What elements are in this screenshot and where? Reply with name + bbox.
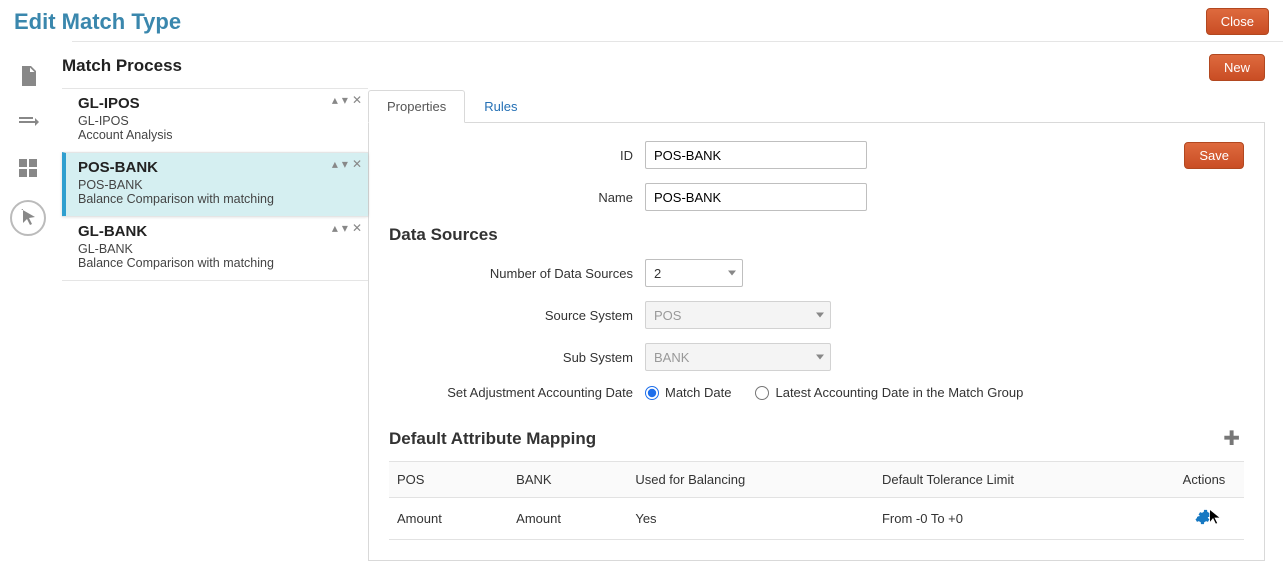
page-title: Edit Match Type — [14, 9, 181, 35]
tab-rules[interactable]: Rules — [465, 90, 536, 123]
col-pos: POS — [389, 462, 508, 498]
data-sources-title: Data Sources — [389, 225, 1244, 245]
cell-tolerance: From -0 To +0 — [874, 498, 1164, 540]
sub-system-value: BANK — [654, 350, 689, 365]
radio-match-date-text: Match Date — [665, 385, 731, 400]
adj-date-label: Set Adjustment Accounting Date — [389, 385, 645, 400]
close-button[interactable]: Close — [1206, 8, 1269, 35]
id-label: ID — [389, 148, 645, 163]
new-button[interactable]: New — [1209, 54, 1265, 81]
dam-title: Default Attribute Mapping — [389, 429, 596, 449]
icon-rail — [0, 42, 56, 584]
col-actions: Actions — [1164, 462, 1244, 498]
process-item-pos-bank[interactable]: ▴ ▾ ✕ POS-BANK POS-BANK Balance Comparis… — [62, 152, 368, 216]
sub-system-label: Sub System — [389, 350, 645, 365]
id-input[interactable] — [645, 141, 867, 169]
properties-panel: ID Save Name Data Sources Number of Data… — [368, 123, 1265, 561]
move-up-icon[interactable]: ▴ — [332, 93, 338, 107]
radio-latest-date[interactable]: Latest Accounting Date in the Match Grou… — [755, 385, 1023, 400]
source-system-value: POS — [654, 308, 681, 323]
pointer-icon[interactable] — [10, 200, 46, 236]
process-item-title: GL-BANK — [78, 223, 358, 240]
num-sources-value: 2 — [654, 266, 661, 281]
process-item-title: GL-IPOS — [78, 95, 358, 112]
move-down-icon[interactable]: ▾ — [342, 157, 348, 171]
radio-match-date-input[interactable] — [645, 386, 659, 400]
add-mapping-button[interactable]: ✚ — [1219, 426, 1244, 451]
source-system-select: POS — [645, 301, 831, 329]
process-item-desc: Account Analysis — [78, 128, 358, 142]
col-balancing: Used for Balancing — [627, 462, 874, 498]
move-up-icon[interactable]: ▴ — [332, 221, 338, 235]
cell-balancing: Yes — [627, 498, 874, 540]
remove-icon[interactable]: ✕ — [352, 221, 362, 235]
cell-pos: Amount — [389, 498, 508, 540]
radio-match-date[interactable]: Match Date — [645, 385, 731, 400]
process-item-gl-bank[interactable]: ▴ ▾ ✕ GL-BANK GL-BANK Balance Comparison… — [62, 216, 368, 281]
process-item-desc: Balance Comparison with matching — [78, 192, 358, 206]
tab-properties[interactable]: Properties — [368, 90, 465, 123]
remove-icon[interactable]: ✕ — [352, 93, 362, 107]
process-item-sub: GL-BANK — [78, 242, 358, 256]
gear-icon[interactable] — [1195, 508, 1213, 526]
process-item-title: POS-BANK — [78, 159, 358, 176]
table-row: Amount Amount Yes From -0 To +0 — [389, 498, 1244, 540]
sidebar-title: Match Process — [62, 52, 368, 88]
process-item-sub: POS-BANK — [78, 178, 358, 192]
chevron-down-icon — [728, 271, 736, 276]
remove-icon[interactable]: ✕ — [352, 157, 362, 171]
source-system-label: Source System — [389, 308, 645, 323]
dam-table: POS BANK Used for Balancing Default Tole… — [389, 461, 1244, 540]
chevron-down-icon — [816, 313, 824, 318]
col-bank: BANK — [508, 462, 627, 498]
cell-bank: Amount — [508, 498, 627, 540]
move-down-icon[interactable]: ▾ — [342, 221, 348, 235]
num-sources-label: Number of Data Sources — [389, 266, 645, 281]
document-icon[interactable] — [14, 62, 42, 90]
name-label: Name — [389, 190, 645, 205]
col-tolerance: Default Tolerance Limit — [874, 462, 1164, 498]
num-sources-select[interactable]: 2 — [645, 259, 743, 287]
radio-latest-date-text: Latest Accounting Date in the Match Grou… — [775, 385, 1023, 400]
transfer-icon[interactable] — [14, 108, 42, 136]
move-up-icon[interactable]: ▴ — [332, 157, 338, 171]
grid-icon[interactable] — [14, 154, 42, 182]
table-header-row: POS BANK Used for Balancing Default Tole… — [389, 462, 1244, 498]
sub-system-select: BANK — [645, 343, 831, 371]
tabs: Properties Rules — [368, 89, 1265, 123]
name-input[interactable] — [645, 183, 867, 211]
move-down-icon[interactable]: ▾ — [342, 93, 348, 107]
radio-latest-date-input[interactable] — [755, 386, 769, 400]
process-item-desc: Balance Comparison with matching — [78, 256, 358, 270]
chevron-down-icon — [816, 355, 824, 360]
process-item-sub: GL-IPOS — [78, 114, 358, 128]
save-button[interactable]: Save — [1184, 142, 1244, 169]
process-item-gl-ipos[interactable]: ▴ ▾ ✕ GL-IPOS GL-IPOS Account Analysis — [62, 88, 368, 152]
